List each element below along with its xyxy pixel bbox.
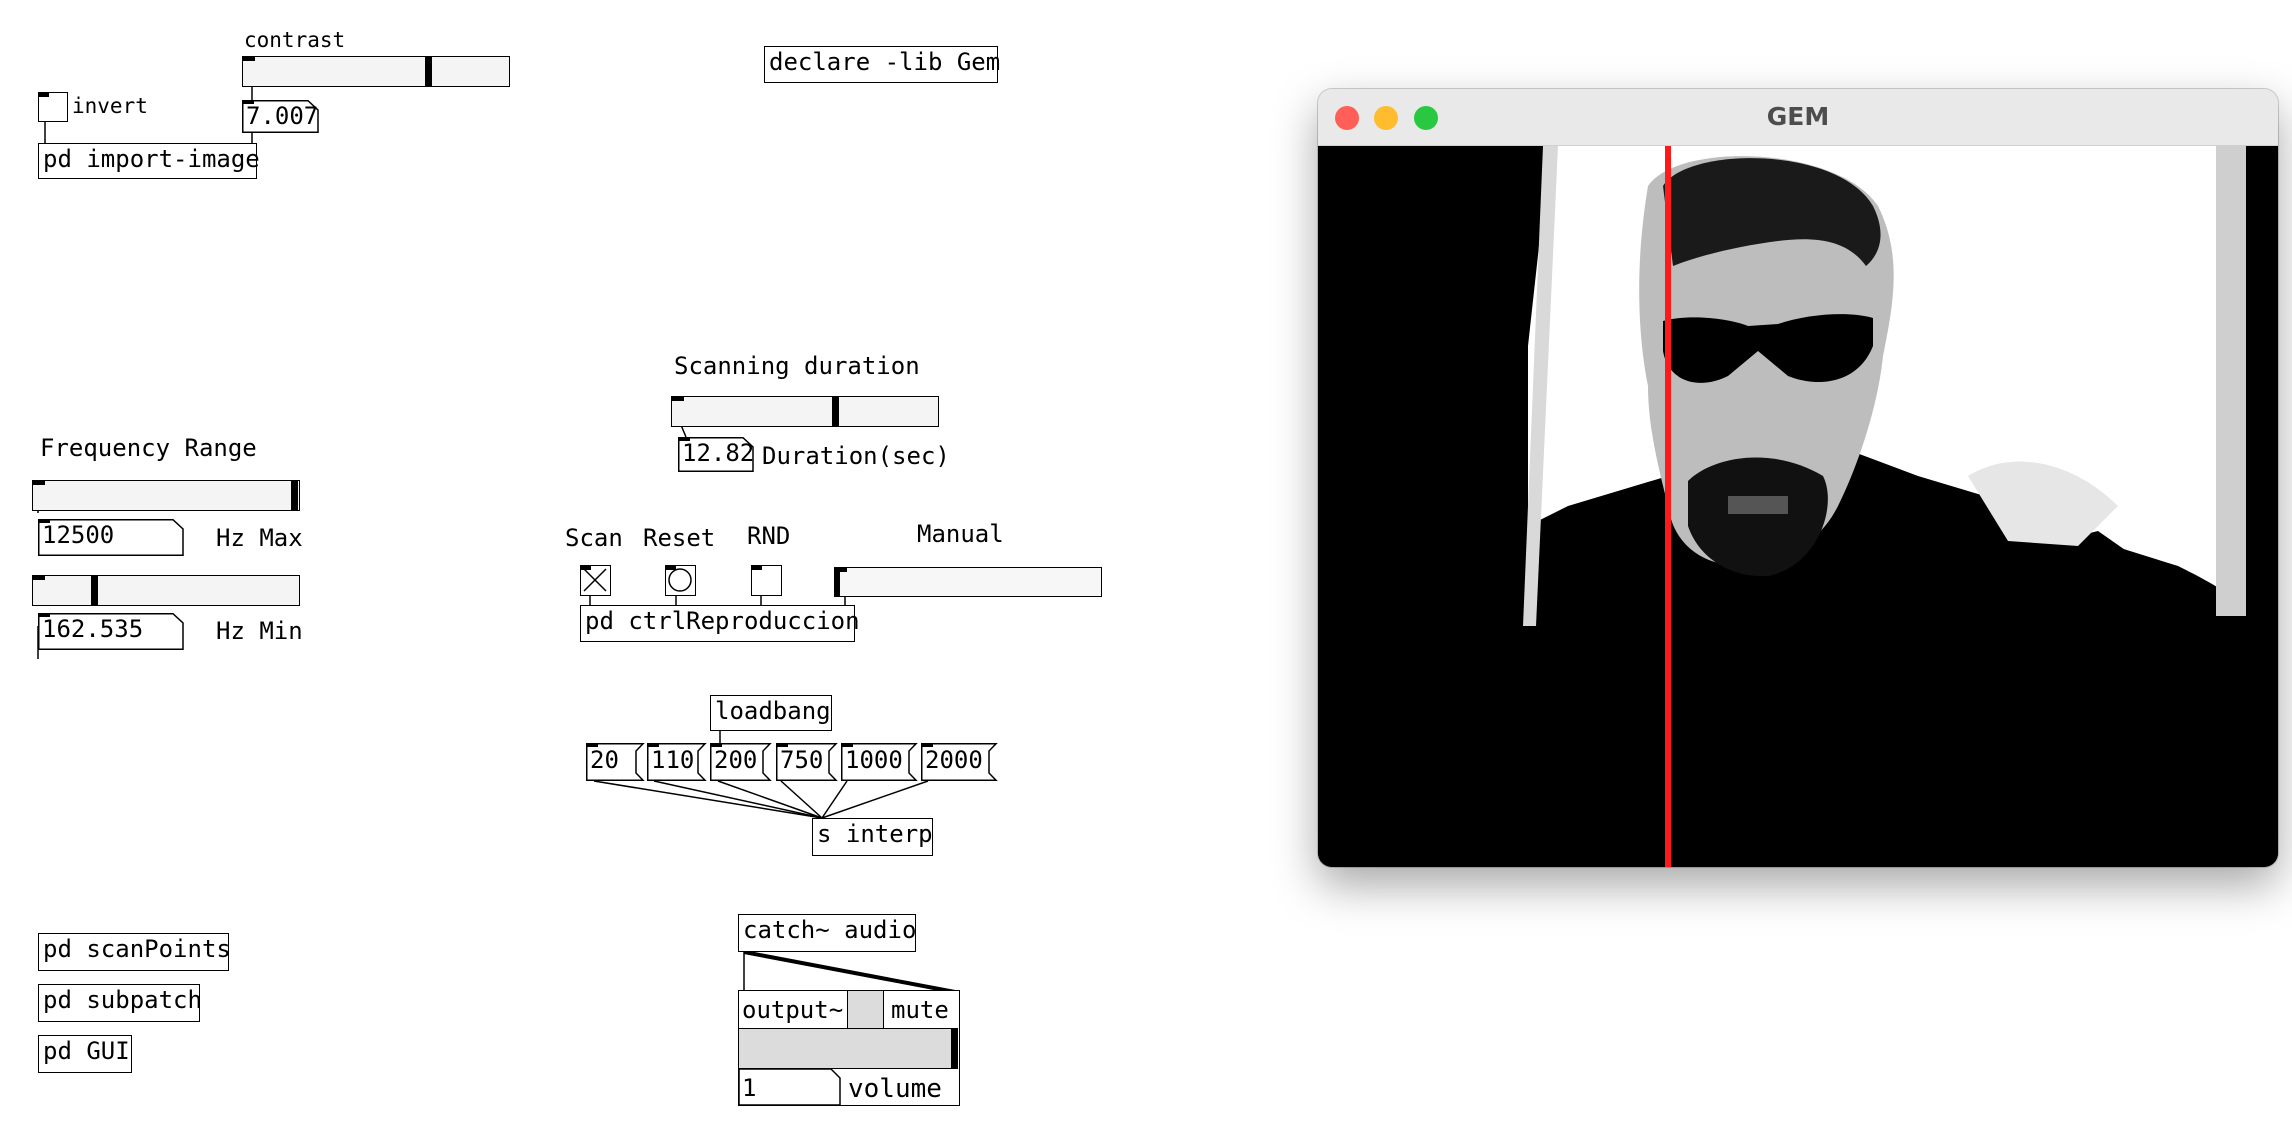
object-text: pd scanPoints xyxy=(43,935,231,963)
reset-label: Reset xyxy=(643,524,716,552)
invert-toggle[interactable] xyxy=(38,92,68,122)
send-interp-object[interactable]: s interp xyxy=(812,818,933,856)
hz-max-number-box[interactable]: 12500 xyxy=(38,519,184,556)
output-abstraction[interactable]: output~ mute 1 volume xyxy=(738,990,960,1106)
scanning-duration-label: Scanning duration xyxy=(674,352,920,380)
mute-toggle[interactable] xyxy=(847,991,884,1028)
hz-min-number-box[interactable]: 162.535 xyxy=(38,613,184,650)
object-text: catch~ audio xyxy=(743,916,917,944)
pd-ctrlReproduccion-object[interactable]: pd ctrlReproduccion xyxy=(580,605,860,642)
message-text: 2000 xyxy=(925,746,983,774)
contrast-number-box[interactable]: 7.007 xyxy=(242,100,319,133)
slider-knob[interactable] xyxy=(91,576,98,605)
object-text: declare -lib Gem xyxy=(769,48,1001,76)
message-text: 20 xyxy=(590,746,619,774)
gem-window-title: GEM xyxy=(1766,102,1830,131)
scan-line xyxy=(1665,146,1671,867)
message-text: 750 xyxy=(780,746,824,774)
message-text: 200 xyxy=(714,746,758,774)
catch-audio-object[interactable]: catch~ audio xyxy=(738,914,916,952)
contrast-value: 7.007 xyxy=(246,102,319,130)
volume-slider[interactable] xyxy=(739,1028,958,1069)
reset-bang[interactable] xyxy=(665,565,696,596)
slider-knob[interactable] xyxy=(832,397,839,426)
object-text: pd GUI xyxy=(43,1037,130,1065)
invert-label: invert xyxy=(72,94,148,118)
duration-unit-label: Duration(sec) xyxy=(762,442,950,470)
gem-title-bar[interactable]: GEM xyxy=(1318,89,2278,146)
volume-value: 1 xyxy=(742,1074,757,1102)
pd-subpatch-object[interactable]: pd subpatch xyxy=(38,984,202,1022)
hz-max-label: Hz Max xyxy=(216,524,303,552)
close-button[interactable] xyxy=(1335,106,1359,130)
duration-slider[interactable] xyxy=(671,396,939,427)
scan-label: Scan xyxy=(565,524,623,552)
loadbang-object[interactable]: loadbang xyxy=(710,695,832,731)
gem-render-view xyxy=(1318,146,2278,867)
mute-label: mute xyxy=(891,996,949,1024)
object-text: loadbang xyxy=(715,697,831,725)
message-box-20[interactable]: 20 xyxy=(586,743,645,781)
duration-number-box[interactable]: 12.82 xyxy=(678,437,754,472)
checked-x-icon xyxy=(583,568,607,592)
message-box-2000[interactable]: 2000 xyxy=(921,743,998,781)
volume-label: volume xyxy=(848,1074,942,1104)
frequency-max-slider[interactable] xyxy=(32,480,300,511)
inlet xyxy=(243,57,255,61)
hz-min-value: 162.535 xyxy=(42,615,144,643)
manual-slider[interactable] xyxy=(834,567,1102,597)
output-label: output~ xyxy=(742,996,844,1024)
pd-import-image-object[interactable]: pd import-image xyxy=(38,143,260,179)
slider-knob[interactable] xyxy=(291,481,298,510)
frequency-min-slider[interactable] xyxy=(32,575,300,606)
slider-knob[interactable] xyxy=(425,57,432,86)
webcam-thresholded-image xyxy=(1318,146,2278,867)
rnd-label: RND xyxy=(747,522,791,550)
object-text: pd subpatch xyxy=(43,986,202,1014)
message-box-110[interactable]: 110 xyxy=(647,743,707,781)
slider-knob[interactable] xyxy=(835,568,840,596)
pd-GUI-object[interactable]: pd GUI xyxy=(38,1035,132,1073)
scan-toggle[interactable] xyxy=(580,565,611,596)
message-text: 110 xyxy=(651,746,695,774)
volume-number-box[interactable]: 1 xyxy=(739,1069,841,1105)
zoom-button[interactable] xyxy=(1414,106,1438,130)
message-box-200[interactable]: 200 xyxy=(710,743,772,781)
object-text: pd import-image xyxy=(43,145,260,173)
pd-scanPoints-object[interactable]: pd scanPoints xyxy=(38,933,231,971)
minimize-button[interactable] xyxy=(1374,106,1398,130)
message-box-1000[interactable]: 1000 xyxy=(841,743,918,781)
bang-circle-icon xyxy=(668,568,692,592)
message-text: 1000 xyxy=(845,746,903,774)
slider-knob[interactable] xyxy=(951,1029,958,1068)
hz-min-label: Hz Min xyxy=(216,617,303,645)
message-box-750[interactable]: 750 xyxy=(776,743,838,781)
object-text: pd ctrlReproduccion xyxy=(585,607,860,635)
frequency-range-label: Frequency Range xyxy=(40,434,257,462)
manual-label: Manual xyxy=(917,520,1004,548)
hz-max-value: 12500 xyxy=(42,521,115,549)
object-text: s interp xyxy=(817,820,933,848)
declare-object[interactable]: declare -lib Gem xyxy=(764,46,1001,83)
gem-window[interactable]: GEM xyxy=(1318,89,2278,867)
contrast-slider[interactable] xyxy=(242,56,510,87)
rnd-toggle[interactable] xyxy=(751,565,782,596)
contrast-label: contrast xyxy=(244,28,346,52)
duration-value: 12.82 xyxy=(682,439,755,467)
